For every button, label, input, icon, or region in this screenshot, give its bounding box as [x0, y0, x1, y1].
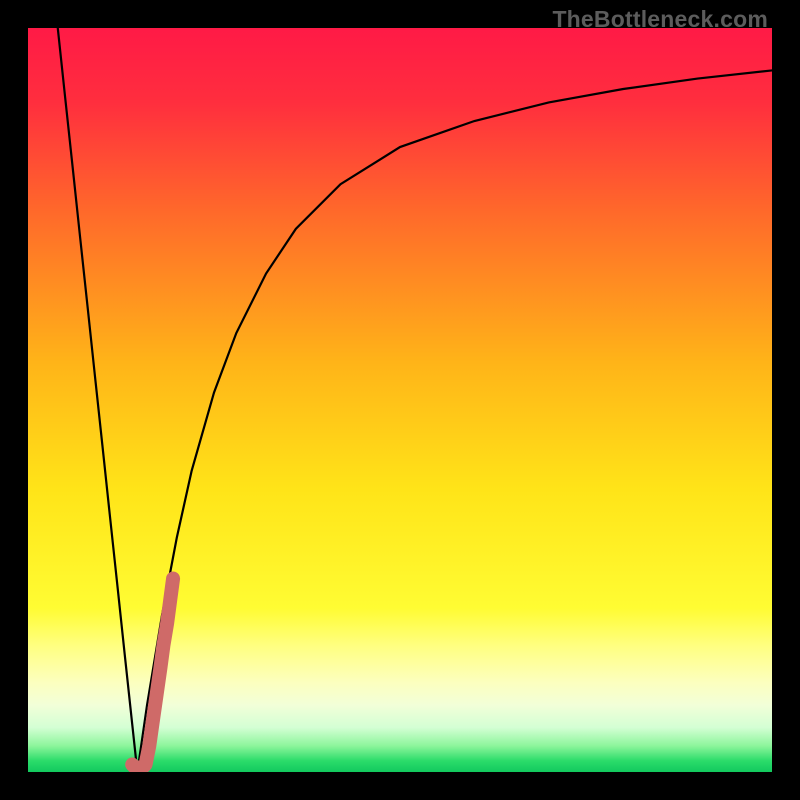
plot-area	[28, 28, 772, 772]
chart-svg	[28, 28, 772, 772]
chart-frame: TheBottleneck.com	[0, 0, 800, 800]
gradient-background	[28, 28, 772, 772]
